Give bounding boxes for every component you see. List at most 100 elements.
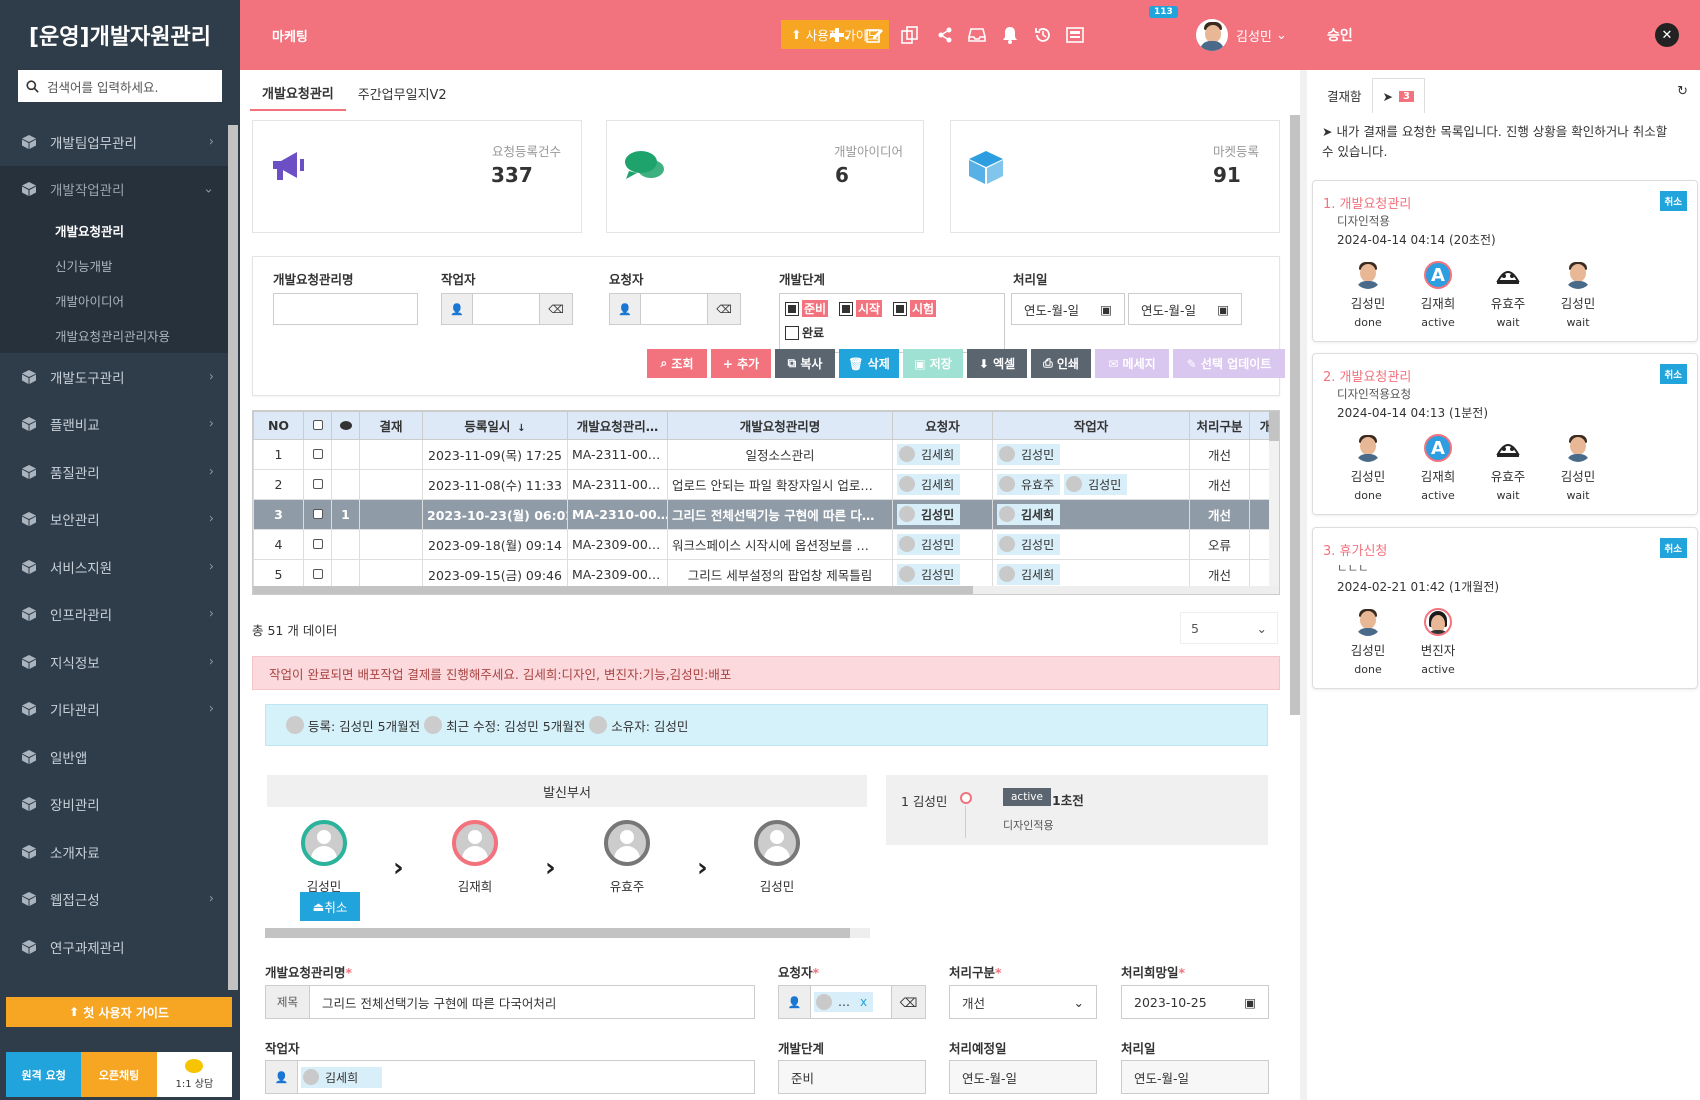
save-button[interactable]: ▣ 저장 <box>903 349 963 378</box>
approval-node[interactable]: 김재희 <box>435 820 515 895</box>
col-header-no[interactable]: NO <box>253 411 304 440</box>
submenu-item-new-feature[interactable]: 신기능개발 <box>0 248 228 283</box>
row-checkbox[interactable] <box>312 509 323 519</box>
cell-select[interactable] <box>303 439 332 470</box>
user-tag[interactable]: 김세희 <box>997 563 1061 585</box>
stage-ready-checkbox[interactable]: 준비 <box>785 300 829 317</box>
tab-approval-sent[interactable]: ➤ 3 <box>1371 78 1425 113</box>
col-header-select[interactable] <box>303 411 332 440</box>
grid-vertical-scrollbar[interactable] <box>1269 411 1279 588</box>
approval-card[interactable]: 2. 개발요청관리 디자인적용요청 2024-04-14 04:13 (1분전)… <box>1312 353 1698 515</box>
sidebar-item-research[interactable]: 연구과제관리 <box>0 923 228 971</box>
col-header-name[interactable]: 개발요청관리명 <box>667 411 893 440</box>
col-header-worker[interactable]: 작업자 <box>992 411 1190 440</box>
history-icon[interactable] <box>1032 24 1054 46</box>
form-title-field[interactable]: 제목 그리드 전체선택기능 구현에 따른 다국어처리 <box>265 985 755 1019</box>
sidebar-item-general-app[interactable]: 일반앱 <box>0 733 228 781</box>
user-tag[interactable]: … x <box>814 992 874 1012</box>
sidebar-item-quality[interactable]: 품질관리 › <box>0 448 228 496</box>
bell-icon[interactable] <box>999 24 1021 46</box>
form-worker-field[interactable]: 👤 김세희 <box>265 1060 755 1094</box>
form-due-date[interactable]: 2023-10-25 ▣ <box>1121 985 1269 1019</box>
table-row[interactable]: 5 2023-09-15(금) 09:46 MA-2309-00… 그리드 세부… <box>253 559 1279 590</box>
row-checkbox[interactable] <box>312 569 323 579</box>
user-tag[interactable]: 김세희 <box>897 443 961 465</box>
col-header-date[interactable]: 등록일시 ↓ <box>422 411 568 440</box>
grid-horizontal-scrollbar[interactable] <box>253 586 1279 594</box>
user-tag[interactable]: 유효주 <box>997 473 1061 495</box>
cancel-approval-button[interactable]: ⏏ 취소 <box>300 892 360 921</box>
submenu-item-dev-request-admin[interactable]: 개발요청관리관리자용 <box>0 318 228 353</box>
filter-name-input[interactable] <box>273 293 418 325</box>
sidebar-search-input[interactable]: 검색어를 입력하세요. <box>18 70 222 102</box>
plus-icon[interactable] <box>828 24 850 46</box>
col-header-comment[interactable] <box>331 411 360 440</box>
stage-start-checkbox[interactable]: 시작 <box>839 300 883 317</box>
sidebar-item-knowledge[interactable]: 지식정보 › <box>0 638 228 686</box>
sidebar-scrollbar[interactable] <box>228 125 238 990</box>
col-header-type[interactable]: 처리구분 <box>1189 411 1250 440</box>
user-tag[interactable]: 김성민 <box>997 443 1061 465</box>
filter-date-from[interactable]: 연도-월-일 ▣ <box>1011 293 1125 325</box>
close-icon[interactable]: ✕ <box>1655 23 1679 47</box>
stage-done-checkbox[interactable]: 완료 <box>785 324 824 341</box>
delete-button[interactable]: 🗑 삭제 <box>839 349 899 378</box>
copy-icon[interactable] <box>899 24 921 46</box>
sidebar-item-equipment[interactable]: 장비관리 <box>0 781 228 829</box>
form-plan-date[interactable]: 연도-월-일 <box>949 1060 1097 1094</box>
user-tag[interactable]: 김성민 <box>1064 473 1128 495</box>
col-header-code[interactable]: 개발요청관리… <box>567 411 668 440</box>
sidebar-item-service[interactable]: 서비스지원 › <box>0 543 228 591</box>
stage-test-checkbox[interactable]: 시험 <box>893 300 937 317</box>
row-checkbox[interactable] <box>312 539 323 549</box>
eraser-icon[interactable]: ⌫ <box>539 293 573 325</box>
cell-select[interactable] <box>303 499 332 530</box>
tab-weekly-log[interactable]: 주간업무일지V2 <box>346 76 459 111</box>
first-user-guide-button[interactable]: ⬆ 첫 사용자 가이드 <box>6 997 232 1027</box>
form-done-date[interactable]: 연도-월-일 <box>1121 1060 1269 1094</box>
tab-approval-inbox[interactable]: 결재함 <box>1317 78 1372 113</box>
user-tag[interactable]: 김세희 <box>997 503 1061 525</box>
user-tag[interactable]: 김세희 <box>301 1066 383 1088</box>
sidebar-item-security[interactable]: 보안관리 › <box>0 496 228 544</box>
form-requester-field[interactable]: 👤 … x ⌫ <box>778 985 926 1019</box>
scroll-thumb[interactable] <box>265 928 850 938</box>
form-type-select[interactable]: 개선 ⌄ <box>949 985 1097 1019</box>
consult-button[interactable]: 1:1 상담 <box>156 1052 232 1097</box>
approval-card[interactable]: 1. 개발요청관리 디자인적용 2024-04-14 04:14 (20초전) … <box>1312 180 1698 342</box>
page-size-select[interactable]: 5 ⌄ <box>1180 612 1278 644</box>
add-button[interactable]: + 추가 <box>711 349 771 378</box>
sidebar-item-infra[interactable]: 인프라관리 › <box>0 591 228 639</box>
print-button[interactable]: ⎙ 인쇄 <box>1031 349 1091 378</box>
scroll-thumb[interactable] <box>253 586 973 594</box>
col-header-approval[interactable]: 결재 <box>359 411 423 440</box>
sidebar-item-dev-team[interactable]: 개발팀업무관리 › <box>0 118 228 166</box>
select-all-checkbox[interactable] <box>312 420 323 430</box>
inbox-icon[interactable] <box>966 24 988 46</box>
table-row[interactable]: 2 2023-11-08(수) 11:33 MA-2311-00… 업로드 안되… <box>253 469 1279 500</box>
remote-request-button[interactable]: 원격 요청 <box>6 1052 82 1097</box>
edit-icon[interactable] <box>864 24 886 46</box>
table-row[interactable]: 4 2023-09-18(월) 09:14 MA-2309-00… 워크스페이스… <box>253 529 1279 560</box>
approval-node[interactable]: 김성민 <box>737 820 817 895</box>
eraser-icon[interactable]: ⌫ <box>707 293 741 325</box>
sidebar-item-dev-tools[interactable]: 개발도구관리 › <box>0 353 228 401</box>
open-chat-button[interactable]: 오픈채팅 <box>81 1052 157 1097</box>
cell-select[interactable] <box>303 559 332 590</box>
filter-requester-input[interactable] <box>640 293 708 325</box>
filter-worker-input[interactable] <box>472 293 540 325</box>
approval-card-cancel-button[interactable]: 취소 <box>1659 191 1687 211</box>
sidebar-item-intro[interactable]: 소개자료 <box>0 828 228 876</box>
copy-button[interactable]: ⧉ 복사 <box>775 349 835 378</box>
message-button[interactable]: ✉ 메세지 <box>1095 349 1169 378</box>
filter-date-to[interactable]: 연도-월-일 ▣ <box>1128 293 1242 325</box>
user-tag[interactable]: 김성민 <box>897 533 961 555</box>
eraser-icon[interactable]: ⌫ <box>891 986 925 1018</box>
table-row-selected[interactable]: 3 1 2023-10-23(월) 06:02 MA-2310-00… 그리드 … <box>253 499 1279 530</box>
cell-select[interactable] <box>303 529 332 560</box>
breadcrumb[interactable]: 마케팅 <box>272 26 308 45</box>
search-button[interactable]: ⌕ 조회 <box>647 349 707 378</box>
sidebar-item-etc[interactable]: 기타관리 › <box>0 686 228 734</box>
approval-card-cancel-button[interactable]: 취소 <box>1659 538 1687 558</box>
remove-icon[interactable]: x <box>860 995 867 1009</box>
